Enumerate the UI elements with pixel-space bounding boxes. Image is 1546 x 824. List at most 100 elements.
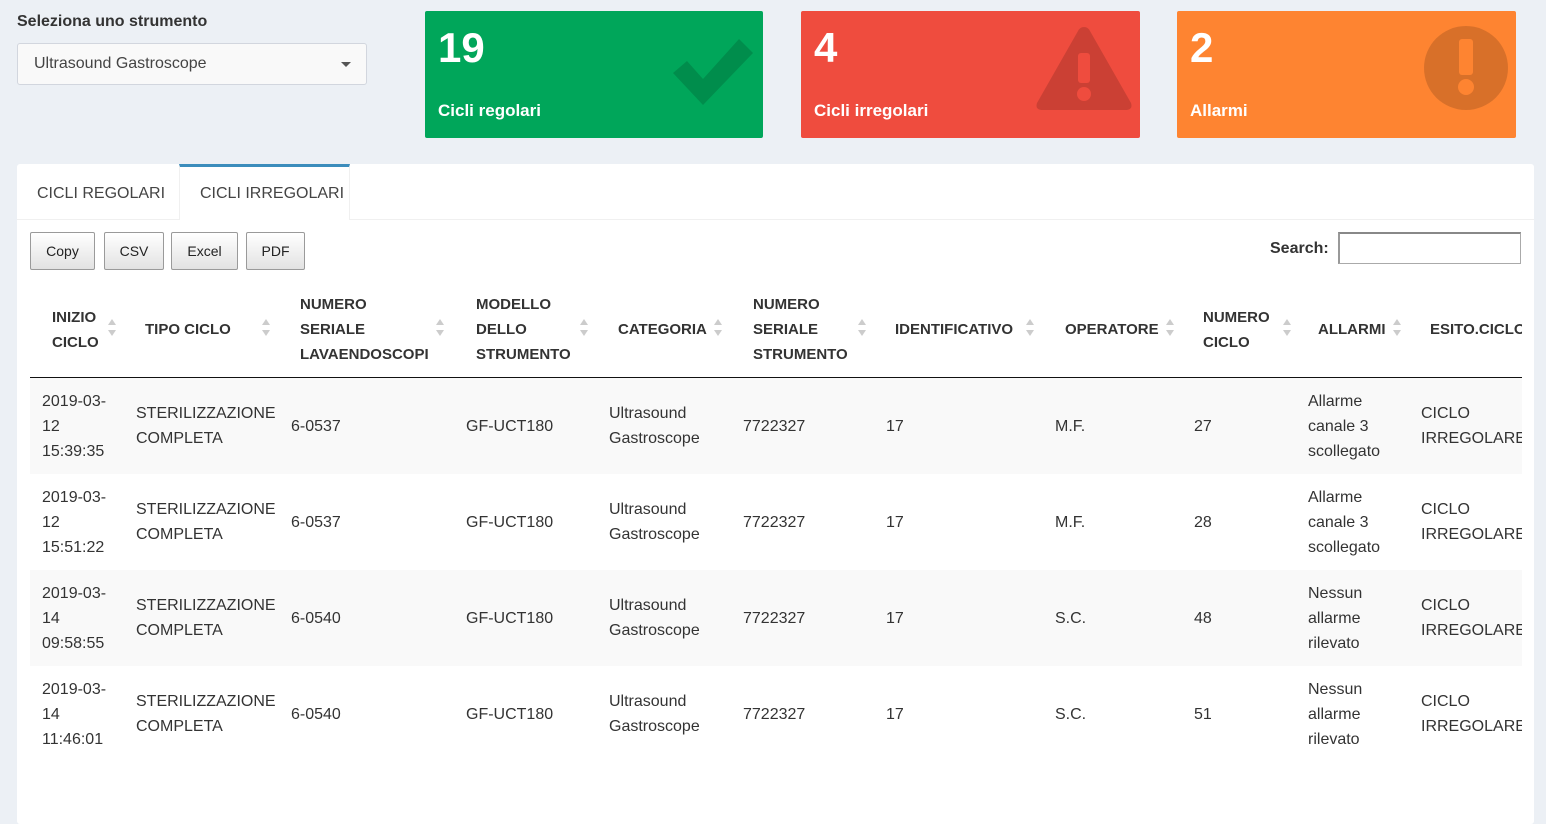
sort-icon[interactable] <box>580 319 588 339</box>
table-cell: Allarme canale 3 scollegato <box>1308 378 1380 474</box>
irregular-cycles-label: Cicli irregolari <box>814 101 929 120</box>
column-header-label: ESITO.CICLO <box>1430 317 1522 342</box>
table-cell: Ultrasound Gastroscope <box>609 570 700 666</box>
column-header[interactable]: ALLARMI <box>1318 282 1386 377</box>
sort-icon[interactable] <box>1393 319 1401 339</box>
table-cell: CICLO IRREGOLARE <box>1421 474 1522 570</box>
column-header[interactable]: OPERATORE <box>1065 282 1159 377</box>
table-cell: S.C. <box>1055 570 1086 666</box>
cell-text: 12 <box>42 513 60 531</box>
search-label: Search: <box>1270 240 1329 257</box>
table-cell: 17 <box>886 570 904 666</box>
cell-text: scollegato <box>1308 442 1381 460</box>
column-header[interactable]: MODELLO DELLO STRUMENTO <box>476 282 571 377</box>
cell-text: IRREGOLARE <box>1421 526 1522 543</box>
sort-icon[interactable] <box>1166 319 1174 339</box>
column-header-text: INIZIO <box>52 308 97 326</box>
sort-icon[interactable] <box>1026 319 1034 339</box>
column-header[interactable]: IDENTIFICATIVO <box>895 282 1013 377</box>
sort-icon[interactable] <box>436 319 444 339</box>
cell-text: allarme <box>1308 705 1361 723</box>
sort-icon[interactable] <box>108 319 116 339</box>
table-cell: 2019-03- 12 15:51:22 <box>42 474 106 570</box>
table-row[interactable]: 2019-03- 14 11:46:01 STERILIZZAZIONE COMPLET… <box>30 666 1522 762</box>
column-header-text: NUMERO <box>753 296 820 313</box>
cell-text: Nessun <box>1308 584 1363 602</box>
sort-icon[interactable] <box>858 319 866 339</box>
cell-text: canale 3 <box>1308 417 1369 435</box>
sort-icon[interactable] <box>262 319 270 339</box>
column-header-text: SERIALE <box>753 321 819 338</box>
cell-text: STERILIZZAZIONE <box>136 405 276 422</box>
table-row[interactable]: 2019-03- 14 09:58:55 STERILIZZAZIONE COMPLET… <box>30 570 1522 667</box>
table-cell: M.F. <box>1055 474 1085 570</box>
check-icon <box>673 39 753 105</box>
value-box-regular-cycles: 19 Cicli regolari <box>425 11 763 138</box>
cell-text: COMPLETA <box>136 622 223 639</box>
cell-text: 6-0537 <box>291 513 341 531</box>
cell-text: 7722327 <box>743 417 806 435</box>
cell-text: Gastroscope <box>609 526 700 543</box>
value-box-alarms: 2 Allarmi <box>1177 11 1516 138</box>
column-header[interactable]: CATEGORIA <box>618 282 707 377</box>
cell-text: Allarme <box>1308 392 1363 410</box>
cell-text: 2019-03- <box>42 488 107 506</box>
search-input[interactable] <box>1338 232 1521 264</box>
table-cell: 2019-03- 12 15:39:35 <box>42 378 106 474</box>
column-header-text: IDENTIFICATIVO <box>895 321 1014 338</box>
sort-icon[interactable] <box>1283 319 1291 339</box>
cell-text: 51 <box>1194 705 1212 723</box>
alarms-label: Allarmi <box>1190 101 1248 120</box>
column-header[interactable]: ESITO.CICLO <box>1430 282 1522 377</box>
value-box-irregular-cycles: 4 Cicli irregolari <box>801 11 1140 138</box>
column-header[interactable]: NUMERO SERIALE LAVAENDOSCOPI <box>300 282 429 377</box>
column-header-label: IDENTIFICATIVO <box>895 317 1013 342</box>
table-cell: 7722327 <box>743 474 805 570</box>
cell-text: STERILIZZAZIONE <box>136 597 276 614</box>
cell-text: Gastroscope <box>609 430 700 447</box>
tab-irregular-cycles[interactable]: CICLI IRREGOLARI <box>179 164 350 220</box>
cell-text: 09:58:55 <box>42 634 105 652</box>
column-header[interactable]: NUMERO CICLO <box>1203 282 1270 377</box>
csv-button[interactable]: CSV <box>104 232 164 270</box>
cell-text: M.F. <box>1055 513 1086 531</box>
table-cell: 17 <box>886 666 904 762</box>
cell-text: 6-0537 <box>291 417 341 435</box>
cell-text: GF-UCT180 <box>466 417 554 435</box>
column-header[interactable]: TIPO CICLO <box>145 282 231 377</box>
excel-button[interactable]: Excel <box>171 232 238 270</box>
cell-text: IRREGOLARE <box>1421 622 1522 639</box>
column-header-text: MODELLO <box>476 296 551 313</box>
table-row[interactable]: 2019-03- 12 15:39:35 STERILIZZAZIONE COMPLET… <box>30 378 1522 475</box>
column-header-text: NUMERO <box>1203 308 1270 326</box>
column-header-label: CATEGORIA <box>618 317 707 342</box>
table-cell: 2019-03- 14 11:46:01 <box>42 666 106 762</box>
cell-text: 27 <box>1194 417 1212 435</box>
cell-text: STERILIZZAZIONE <box>136 693 276 710</box>
table-cell: GF-UCT180 <box>466 474 553 570</box>
instrument-select-label: Seleziona uno strumento <box>17 13 208 30</box>
instrument-select[interactable]: Ultrasound Gastroscope <box>17 43 367 85</box>
cell-text: 2019-03- <box>42 680 107 698</box>
table-row[interactable]: 2019-03- 12 15:51:22 STERILIZZAZIONE COMPLET… <box>30 474 1522 571</box>
pdf-button[interactable]: PDF <box>246 232 305 270</box>
regular-cycles-count: 19 <box>438 24 485 71</box>
warning-icon <box>1036 27 1132 110</box>
sort-icon[interactable] <box>714 319 722 339</box>
table-cell: STERILIZZAZIONE COMPLETA <box>136 666 276 762</box>
cell-text: Allarme <box>1308 488 1363 506</box>
table-cell: 28 <box>1194 474 1212 570</box>
column-header-text: LAVAENDOSCOPI <box>300 346 429 363</box>
table-cell: 6-0537 <box>291 474 341 570</box>
column-header[interactable]: INIZIO CICLO <box>52 282 99 377</box>
column-header-text: ALLARMI <box>1318 321 1386 338</box>
table-cell: 27 <box>1194 378 1212 474</box>
column-header[interactable]: NUMERO SERIALE STRUMENTO <box>753 282 848 377</box>
cell-text: allarme <box>1308 609 1361 627</box>
table-cell: GF-UCT180 <box>466 666 553 762</box>
tab-regular-cycles[interactable]: CICLI REGOLARI <box>17 164 179 219</box>
table-cell: STERILIZZAZIONE COMPLETA <box>136 474 276 570</box>
table-cell: STERILIZZAZIONE COMPLETA <box>136 570 276 666</box>
copy-button[interactable]: Copy <box>30 232 95 270</box>
cell-text: 2019-03- <box>42 584 107 602</box>
